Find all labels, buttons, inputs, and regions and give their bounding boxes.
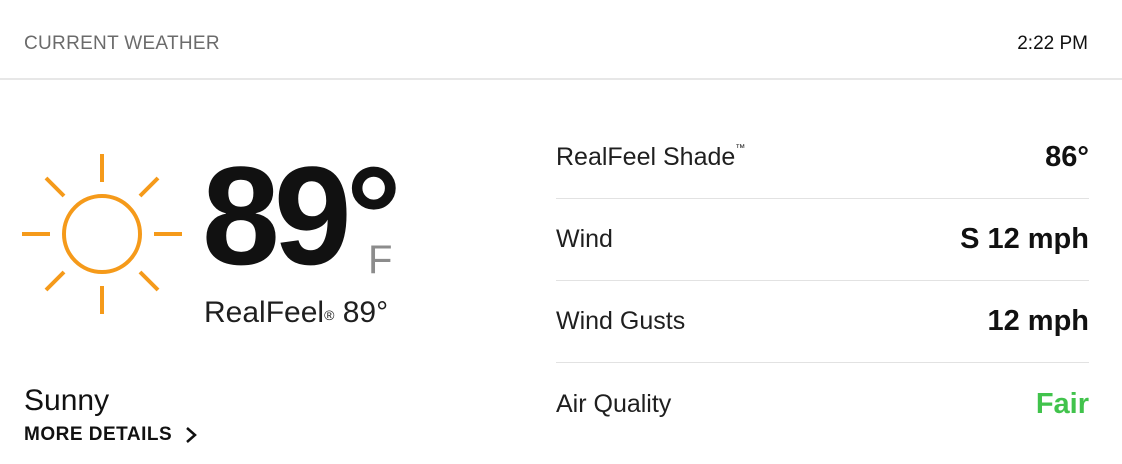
detail-row-wind: Wind S 12 mph — [556, 199, 1089, 281]
detail-value: S 12 mph — [960, 223, 1089, 255]
chevron-right-icon — [186, 427, 198, 443]
air-quality-value: Fair — [1035, 387, 1089, 420]
realfeel-value: 89° — [342, 296, 389, 329]
detail-value: 12 mph — [987, 305, 1089, 337]
sun-icon — [22, 154, 182, 314]
trademark-mark: ™ — [735, 143, 746, 154]
weather-condition: Sunny — [24, 384, 110, 417]
detail-row-air-quality: Air Quality Fair — [556, 363, 1089, 445]
more-details-link[interactable]: MORE DETAILS — [24, 424, 198, 446]
weather-details-list: RealFeel Shade™ 86° Wind S 12 mph Wind G… — [556, 117, 1089, 445]
realfeel: RealFeel® 89° — [204, 296, 388, 330]
detail-label: RealFeel Shade™ — [556, 143, 745, 172]
current-time: 2:22 PM — [1017, 33, 1088, 54]
temperature-unit: F — [368, 238, 393, 282]
detail-value: 86° — [1045, 141, 1089, 173]
detail-label-text: RealFeel Shade — [556, 143, 736, 171]
detail-label: Wind Gusts — [556, 307, 686, 335]
realfeel-label: RealFeel — [204, 296, 325, 329]
detail-row-realfeel-shade: RealFeel Shade™ 86° — [556, 117, 1089, 199]
more-details-label: MORE DETAILS — [24, 424, 173, 445]
temperature: 89° — [202, 137, 402, 294]
detail-label: Wind — [556, 225, 613, 253]
detail-row-wind-gusts: Wind Gusts 12 mph — [556, 281, 1089, 363]
registered-mark: ® — [324, 307, 335, 323]
header-title: CURRENT WEATHER — [24, 33, 220, 54]
header-bar: CURRENT WEATHER 2:22 PM — [0, 0, 1122, 80]
detail-label: Air Quality — [556, 389, 672, 418]
